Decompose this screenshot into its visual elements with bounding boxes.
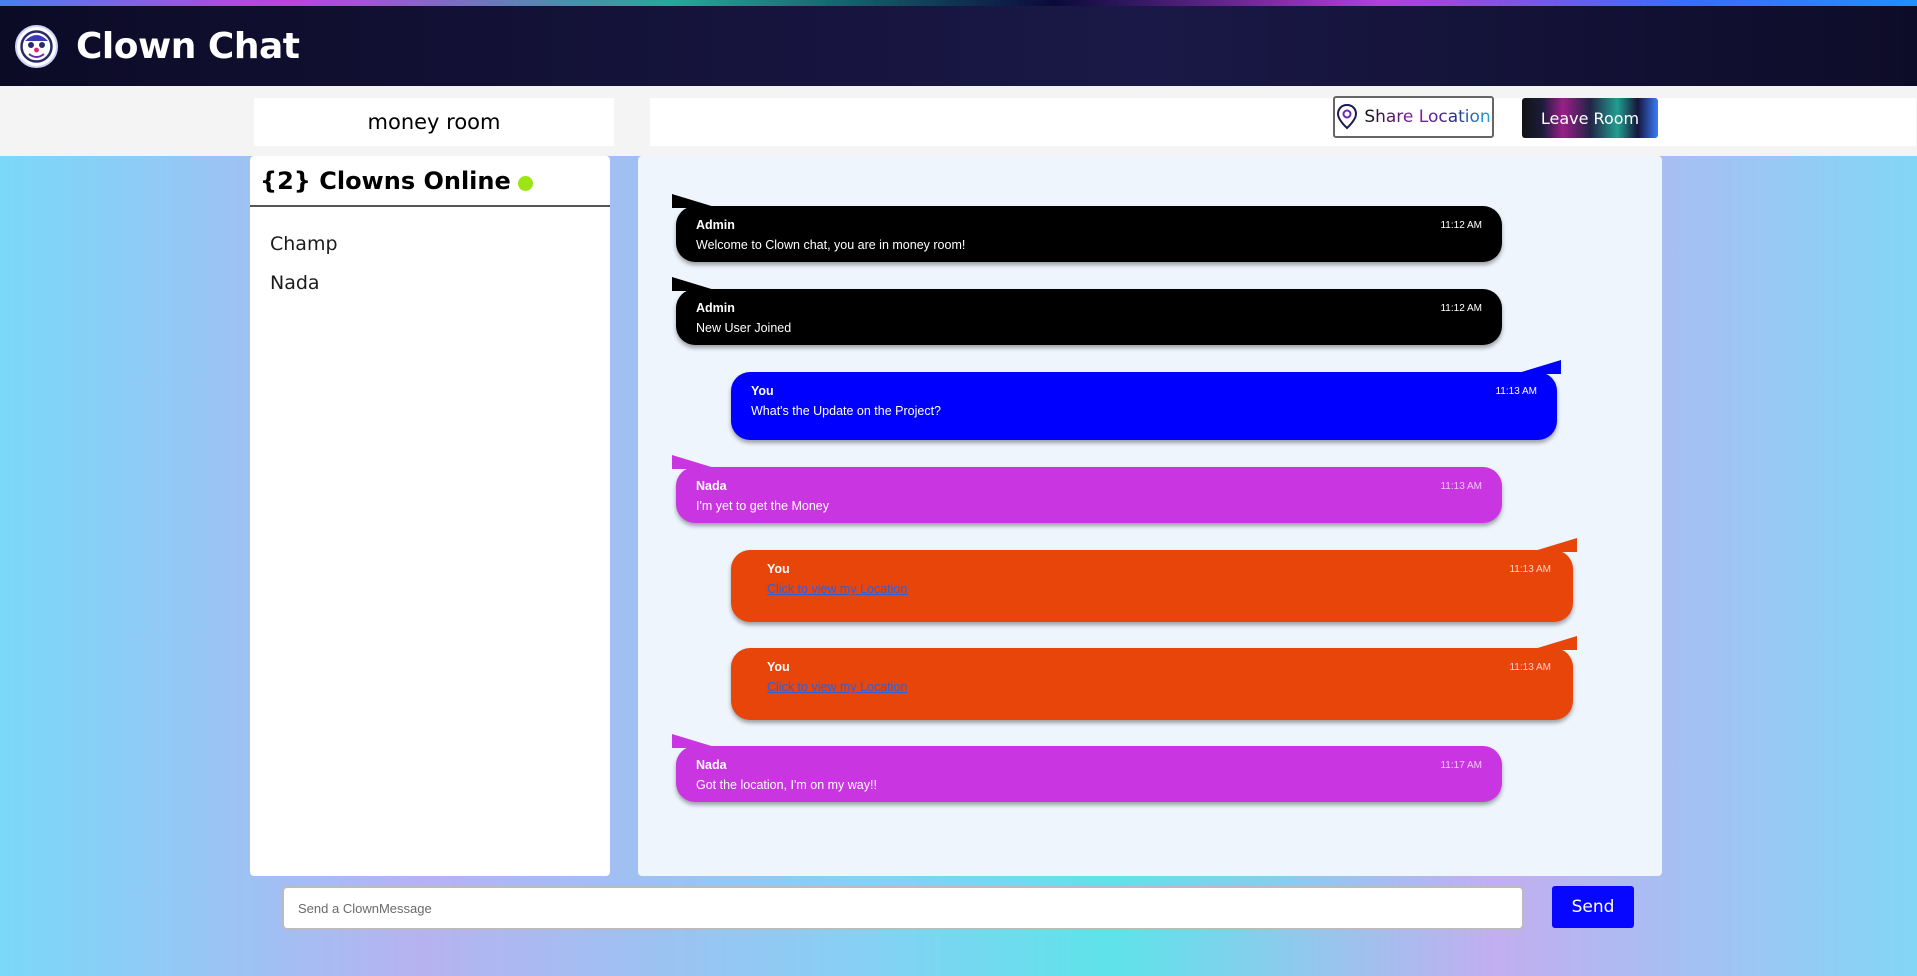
message-input[interactable] bbox=[282, 886, 1524, 930]
message-bubble: Admin 11:12 AM Welcome to Clown chat, yo… bbox=[672, 194, 1502, 262]
message-sender: Nada bbox=[696, 758, 727, 772]
app-title: Clown Chat bbox=[76, 26, 300, 67]
message-time: 11:13 AM bbox=[1495, 386, 1537, 397]
message-bubble: You 11:13 AM Click to view my Location bbox=[731, 538, 1577, 622]
message-sender: You bbox=[767, 660, 790, 674]
chat-messages-panel: Admin 11:12 AM Welcome to Clown chat, yo… bbox=[638, 156, 1662, 876]
message-time: 11:17 AM bbox=[1440, 760, 1482, 771]
message-bubble: Nada 11:17 AM Got the location, I'm on m… bbox=[672, 734, 1502, 802]
message-sender: Admin bbox=[696, 301, 735, 315]
message-text: Click to view my Location bbox=[767, 680, 907, 694]
app-header: Clown Chat bbox=[0, 6, 1917, 86]
location-link[interactable]: Click to view my Location bbox=[767, 582, 907, 596]
message-text: New User Joined bbox=[696, 321, 792, 335]
room-toolbar bbox=[650, 98, 1916, 146]
user-item-nada: Nada bbox=[270, 272, 320, 294]
message-sender: You bbox=[751, 384, 774, 398]
user-item-champ: Champ bbox=[270, 233, 338, 255]
share-location-label: Share Location bbox=[1364, 107, 1491, 127]
message-bubble: You 11:13 AM What's the Update on the Pr… bbox=[731, 360, 1561, 440]
message-time: 11:13 AM bbox=[1509, 564, 1551, 575]
online-users-panel: {2} Clowns Online Champ Nada bbox=[250, 156, 610, 876]
message-sender: Nada bbox=[696, 479, 727, 493]
bubble-tail bbox=[672, 194, 718, 208]
online-count-label: {2} Clowns Online bbox=[260, 166, 511, 195]
room-name: money room bbox=[254, 98, 614, 146]
location-link[interactable]: Click to view my Location bbox=[767, 680, 907, 694]
online-status-dot bbox=[517, 175, 533, 191]
message-sender: Admin bbox=[696, 218, 735, 232]
message-text: Click to view my Location bbox=[767, 582, 907, 596]
bubble-tail bbox=[672, 277, 718, 291]
message-time: 11:13 AM bbox=[1440, 481, 1482, 492]
bubble-tail bbox=[1531, 636, 1577, 650]
message-text: Got the location, I'm on my way!! bbox=[696, 778, 877, 792]
message-text: I'm yet to get the Money bbox=[696, 499, 830, 513]
online-count-heading: {2} Clowns Online bbox=[250, 156, 610, 207]
bubble-tail bbox=[672, 734, 718, 748]
message-text: What's the Update on the Project? bbox=[751, 404, 941, 418]
message-time: 11:13 AM bbox=[1509, 662, 1551, 673]
message-text: Welcome to Clown chat, you are in money … bbox=[696, 238, 966, 252]
message-bubble: Nada 11:13 AM I'm yet to get the Money bbox=[672, 455, 1502, 523]
message-sender: You bbox=[767, 562, 790, 576]
send-button[interactable]: Send bbox=[1552, 886, 1634, 928]
clown-face-icon bbox=[15, 25, 58, 68]
message-time: 11:12 AM bbox=[1440, 303, 1482, 314]
map-pin-icon bbox=[1337, 104, 1358, 130]
bubble-tail bbox=[1531, 538, 1577, 552]
message-time: 11:12 AM bbox=[1440, 220, 1482, 231]
share-location-button[interactable]: Share Location bbox=[1333, 96, 1494, 138]
message-bubble: You 11:13 AM Click to view my Location bbox=[731, 636, 1577, 720]
user-list: Champ Nada bbox=[250, 207, 610, 305]
bubble-tail bbox=[672, 455, 718, 469]
message-bubble: Admin 11:12 AM New User Joined bbox=[672, 277, 1502, 345]
leave-room-button[interactable]: Leave Room bbox=[1522, 98, 1658, 138]
bubble-tail bbox=[1515, 360, 1561, 374]
